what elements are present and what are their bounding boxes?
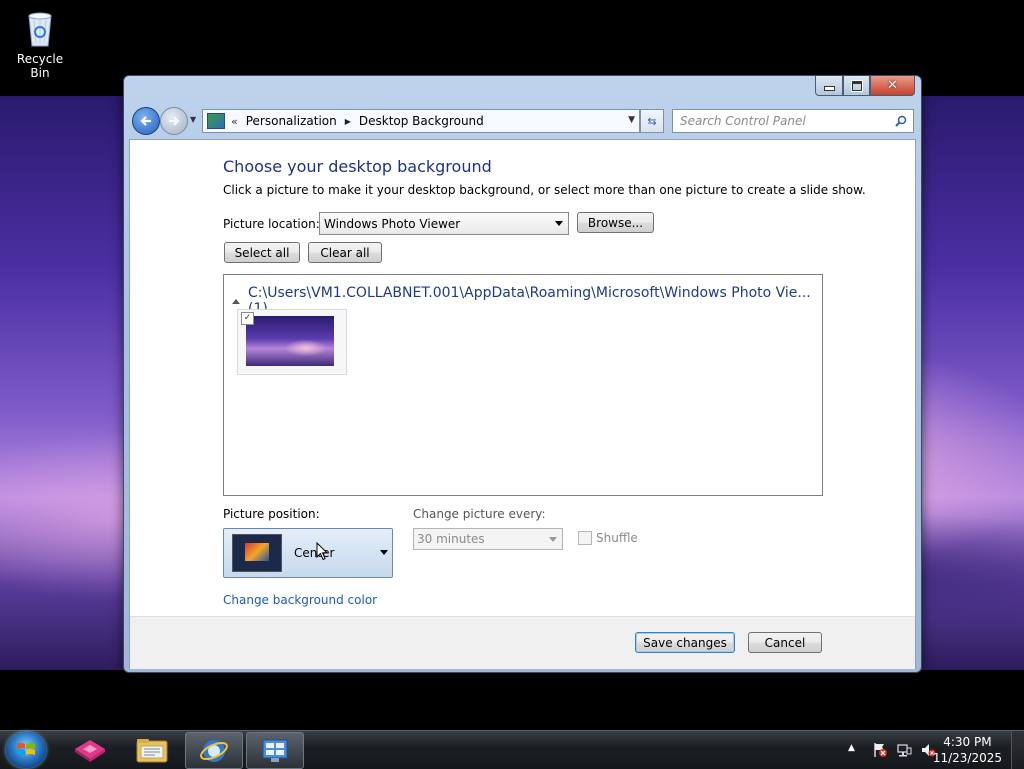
network-icon[interactable] [896,742,912,758]
minimize-icon [823,86,835,91]
window-controls: ✕ [815,76,915,96]
app-icon [75,739,105,762]
breadcrumb-personalization[interactable]: Personalization [246,114,337,128]
breadcrumb-separator-icon[interactable]: ▶ [345,117,351,126]
search-icon[interactable] [893,113,909,129]
change-picture-every-label: Change picture every: [413,507,546,521]
clock-date: 11/23/2025 [932,751,1002,765]
picture-position-dropdown[interactable]: Center [223,528,393,578]
mouse-cursor-icon [316,542,328,561]
picture-checkbox[interactable]: ✓ [241,312,254,325]
taskbar-internet-explorer-button[interactable] [185,732,243,769]
recycle-bin-icon [24,8,56,48]
shuffle-checkbox-box[interactable] [578,531,592,545]
taskbar: ▲ 4:30 PM 11/23/2025 [0,730,1024,769]
navigation-bar: ▼ « Personalization ▶ Desktop Background… [132,106,915,135]
picture-location-dropdown[interactable]: Windows Photo Viewer [319,212,569,235]
system-tray: ▲ 4:30 PM 11/23/2025 [834,731,1024,769]
refresh-icon: ⇆ [647,114,657,128]
dialog-footer: Save changes Cancel [130,616,915,669]
save-changes-button[interactable]: Save changes [635,632,735,653]
clock-time: 4:30 PM [943,735,992,749]
forward-arrow-icon [169,116,180,126]
search-input[interactable]: Search Control Panel [680,114,893,128]
taskbar-control-panel-button[interactable] [246,732,304,769]
close-button[interactable]: ✕ [870,76,915,96]
select-all-button[interactable]: Select all [224,242,300,263]
change-picture-every-value: 30 minutes [417,532,485,546]
maximize-icon [850,79,863,92]
shuffle-checkbox[interactable]: Shuffle [578,531,638,545]
search-box[interactable]: Search Control Panel [672,109,914,133]
minimize-button[interactable] [815,76,843,96]
start-button[interactable] [6,732,46,768]
picture-location-label: Picture location: [223,217,320,231]
content-pane: Choose your desktop background Click a p… [129,139,916,669]
browse-button[interactable]: Browse... [577,212,654,233]
dropdown-arrow-icon [555,221,563,226]
dropdown-arrow-icon [380,550,388,555]
windows-logo-icon [17,743,35,755]
control-panel-icon [207,113,225,129]
close-icon: ✕ [887,78,898,93]
picture-location-value: Windows Photo Viewer [324,216,461,231]
address-dropdown-icon[interactable]: ▼ [628,115,635,125]
shuffle-label: Shuffle [596,531,638,545]
page-title: Choose your desktop background [223,157,492,176]
back-arrow-icon [140,116,151,126]
picture-position-value: Center [294,546,335,560]
picture-position-preview-icon [232,534,282,572]
picture-thumbnail-item[interactable]: ✓ [237,309,347,375]
recycle-bin-label: Recycle Bin [16,52,64,80]
action-center-flag-icon[interactable] [872,742,888,758]
cancel-button[interactable]: Cancel [748,632,822,653]
taskbar-explorer-button[interactable] [124,732,180,767]
windows-explorer-icon [136,738,168,762]
control-panel-icon [262,739,288,762]
back-button[interactable] [132,107,160,135]
dropdown-arrow-icon [549,536,557,542]
change-background-color-link[interactable]: Change background color [223,593,377,607]
page-description: Click a picture to make it your desktop … [223,183,866,197]
address-bar[interactable]: « Personalization ▶ Desktop Background ▼ [202,109,640,133]
forward-button[interactable] [160,107,188,135]
clock[interactable]: 4:30 PM 11/23/2025 [933,734,1002,766]
internet-explorer-icon [200,739,228,762]
show-hidden-icons-icon[interactable]: ▲ [848,743,864,759]
show-desktop-button[interactable] [1011,731,1024,769]
collapse-group-icon[interactable] [232,298,240,304]
picture-thumbnail[interactable] [246,316,334,366]
desktop-icon-recycle-bin[interactable]: Recycle Bin [8,8,72,80]
position-preview-image [245,543,269,561]
clear-all-button[interactable]: Clear all [308,242,382,263]
control-panel-window: ✕ ▼ « Personalization ▶ Desktop Backgrou… [123,75,922,673]
refresh-button[interactable]: ⇆ [640,109,664,133]
maximize-button[interactable] [843,76,870,96]
picture-position-label: Picture position: [223,507,320,521]
change-picture-every-dropdown[interactable]: 30 minutes [413,528,563,550]
breadcrumb-desktop-background[interactable]: Desktop Background [359,114,484,128]
picture-gallery: C:\Users\VM1.COLLABNET.001\AppData\Roami… [223,274,823,496]
taskbar-app-button[interactable] [62,732,118,767]
recent-pages-chevron-icon[interactable]: ▼ [190,115,198,125]
address-overflow-chevron[interactable]: « [231,115,238,128]
